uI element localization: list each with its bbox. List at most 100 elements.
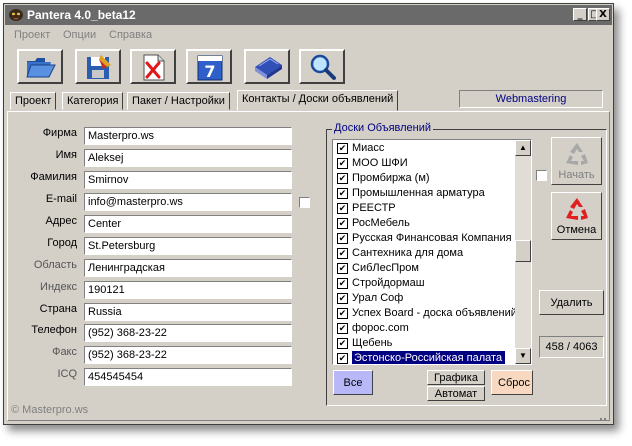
cancel-button-label: Отмена (556, 224, 597, 236)
scroll-down-icon[interactable]: ▼ (515, 348, 531, 364)
app-window: Pantera 4.0_beta12 _ □ X Проект Опции Сп… (3, 3, 614, 425)
icq-label: ICQ (57, 368, 77, 380)
recycle-red-icon (566, 198, 588, 220)
auto-button[interactable]: Автомат (427, 386, 485, 401)
list-item[interactable]: Промбиржа (м) (335, 171, 517, 186)
fax-input[interactable]: (952) 368-23-22 (84, 346, 292, 364)
toolbar-search-button[interactable] (299, 49, 345, 84)
webmastering-button[interactable]: Webmastering (459, 90, 603, 108)
name-label: Имя (55, 149, 77, 161)
zip-input[interactable]: 190121 (84, 281, 292, 299)
list-item[interactable]: Успех Board - доска объявлений (335, 306, 517, 321)
boards-listbox[interactable]: Миасс МОО ШФИ Промбиржа (м) Промышленная… (332, 139, 532, 365)
scroll-thumb[interactable] (515, 240, 531, 262)
phone-input[interactable]: (952) 368-23-22 (84, 324, 292, 342)
firm-input[interactable]: Masterpro.ws (84, 127, 292, 145)
city-input[interactable]: St.Petersburg (84, 237, 292, 255)
open-folder-icon (26, 58, 56, 78)
list-item[interactable]: Урал Соф (335, 291, 517, 306)
name-input[interactable]: Aleksej (84, 149, 292, 167)
checked-checkbox-icon[interactable] (337, 353, 348, 364)
tab-category[interactable]: Категория (62, 92, 124, 110)
list-item[interactable]: форос.com (335, 321, 517, 336)
book-icon (255, 57, 282, 79)
all-button[interactable]: Все (333, 370, 373, 395)
list-item[interactable]: МОО ШФИ (335, 156, 517, 171)
reset-button[interactable]: Сброс (491, 370, 533, 395)
checked-checkbox-icon[interactable] (337, 188, 348, 199)
toolbar-save-button[interactable] (75, 49, 121, 84)
scroll-up-icon[interactable]: ▲ (515, 140, 531, 156)
toolbar-calendar-button[interactable]: 7 (186, 49, 232, 84)
phone-label: Телефон (31, 324, 77, 336)
graphics-button[interactable]: Графика (427, 370, 485, 385)
checked-checkbox-icon[interactable] (337, 173, 348, 184)
close-button[interactable]: X (596, 8, 610, 21)
checked-checkbox-icon[interactable] (337, 293, 348, 304)
title-bar[interactable]: Pantera 4.0_beta12 _ □ X (5, 5, 612, 25)
toolbar-delete-button[interactable] (130, 49, 176, 84)
toolbar-open-button[interactable] (17, 49, 63, 84)
checked-checkbox-icon[interactable] (337, 218, 348, 229)
window-title: Pantera 4.0_beta12 (27, 8, 136, 22)
fax-label: Факс (52, 346, 77, 358)
list-item[interactable]: Стройдормаш (335, 276, 517, 291)
menu-options[interactable]: Опции (63, 29, 96, 41)
list-item-selected[interactable]: Эстонско-Российская палата (335, 351, 517, 364)
list-item[interactable]: Промышленная арматура (335, 186, 517, 201)
region-label: Область (33, 259, 77, 271)
delete-button[interactable]: Удалить (539, 290, 604, 315)
boards-group-title: Доски Объявлений (332, 122, 434, 134)
checked-checkbox-icon[interactable] (337, 308, 348, 319)
menu-help[interactable]: Справка (109, 29, 152, 41)
surname-input[interactable]: Smirnov (84, 171, 292, 189)
cancel-button[interactable]: Отмена (551, 192, 602, 240)
checked-checkbox-icon[interactable] (337, 263, 348, 274)
checked-checkbox-icon[interactable] (337, 203, 348, 214)
toolbar-book-button[interactable] (244, 49, 290, 84)
boards-counter: 458 / 4063 (539, 336, 604, 358)
checked-checkbox-icon[interactable] (337, 233, 348, 244)
save-disk-icon (87, 55, 111, 79)
firm-label: Фирма (42, 127, 77, 139)
icq-input[interactable]: 454545454 (84, 368, 292, 386)
svg-text:7: 7 (204, 62, 215, 81)
email-input[interactable]: info@masterpro.ws (84, 193, 292, 211)
boards-option-checkbox[interactable] (536, 170, 547, 181)
checked-checkbox-icon[interactable] (337, 143, 348, 154)
calendar-icon: 7 (197, 55, 223, 81)
region-input[interactable]: Ленинградская (84, 259, 292, 277)
city-label: Город (47, 237, 77, 249)
checked-checkbox-icon[interactable] (337, 248, 348, 259)
checked-checkbox-icon[interactable] (337, 338, 348, 349)
checked-checkbox-icon[interactable] (337, 278, 348, 289)
email-checkbox[interactable] (299, 197, 310, 208)
start-button-label: Начать (558, 169, 595, 181)
list-item[interactable]: Сантехника для дома (335, 246, 517, 261)
menu-project[interactable]: Проект (14, 29, 50, 41)
list-item[interactable]: РосМебель (335, 216, 517, 231)
list-item[interactable]: РЕЕСТР (335, 201, 517, 216)
email-label: E-mail (45, 193, 77, 205)
tab-package-settings[interactable]: Пакет / Настройки (127, 92, 230, 110)
address-input[interactable]: Center (84, 215, 292, 233)
list-scrollbar[interactable]: ▲ ▼ (515, 140, 531, 364)
resize-grip-icon[interactable] (598, 413, 610, 421)
search-magnifier-icon (310, 54, 336, 80)
tab-project[interactable]: Проект (10, 92, 57, 110)
recycle-grey-icon (566, 143, 588, 165)
panther-app-icon (9, 9, 23, 21)
list-item[interactable]: Миасс (335, 141, 517, 156)
checked-checkbox-icon[interactable] (337, 323, 348, 334)
zip-label: Индекс (40, 281, 77, 293)
copyright-text: © Masterpro.ws (11, 404, 89, 416)
tab-contacts-boards[interactable]: Контакты / Доски объявлений (237, 90, 399, 111)
list-item[interactable]: Щебень (335, 336, 517, 351)
start-button[interactable]: Начать (551, 137, 602, 185)
list-item[interactable]: Русская Финансовая Компания (335, 231, 517, 246)
address-label: Адрес (45, 215, 78, 227)
minimize-button[interactable]: _ (573, 8, 587, 21)
checked-checkbox-icon[interactable] (337, 158, 348, 169)
country-input[interactable]: Russia (84, 303, 292, 321)
list-item[interactable]: СибЛесПром (335, 261, 517, 276)
